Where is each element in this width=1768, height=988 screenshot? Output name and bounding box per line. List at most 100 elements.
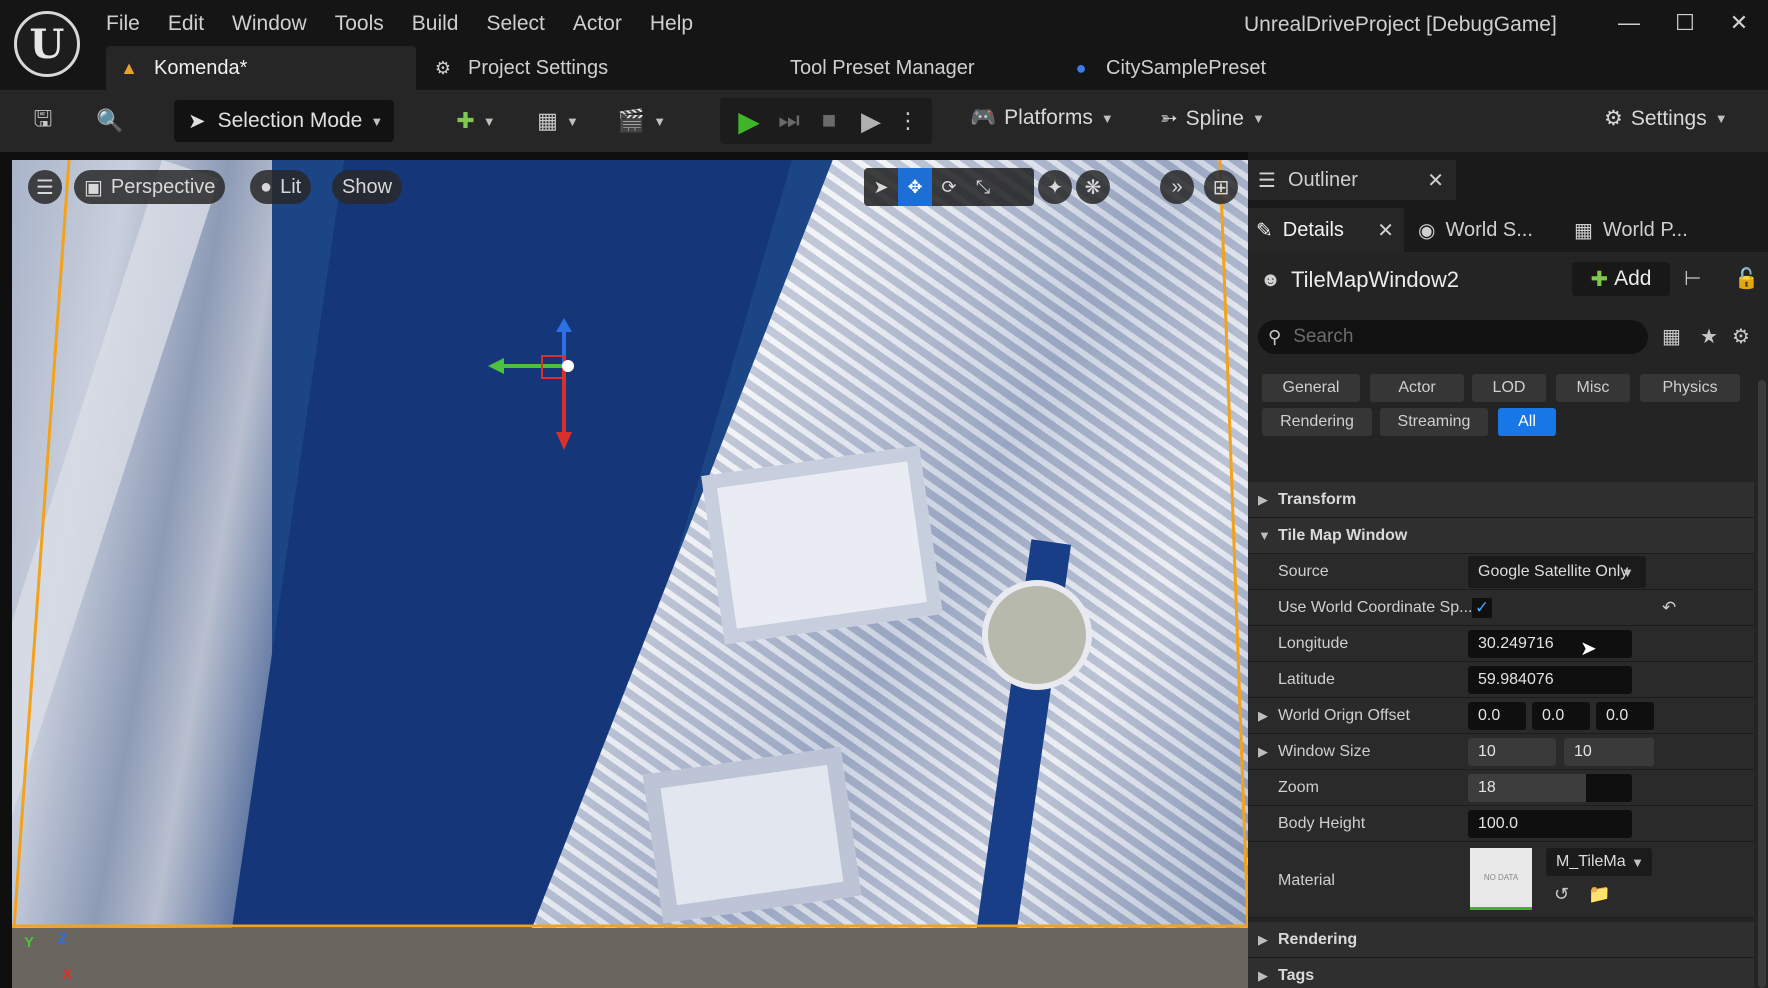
filter-all[interactable]: All xyxy=(1498,408,1556,436)
material-thumbnail[interactable]: NO DATA xyxy=(1470,848,1532,910)
menu-select[interactable]: Select xyxy=(472,8,558,40)
maximize-icon[interactable]: ☐ xyxy=(1660,6,1710,40)
gear-icon: ⚙ xyxy=(1604,107,1623,130)
eject-icon[interactable]: ▶ xyxy=(852,102,890,140)
blueprint-convert-icon[interactable]: ⊢ xyxy=(1684,266,1701,291)
filter-rendering[interactable]: Rendering xyxy=(1262,408,1372,436)
surface-snap-icon[interactable]: ✦ xyxy=(1038,170,1072,204)
cursor-icon: ➤ xyxy=(188,109,206,133)
save-icon[interactable]: 🖫 xyxy=(26,102,60,140)
menu-file[interactable]: File xyxy=(92,8,154,40)
cinematics-icon[interactable]: 🎬 ▼ xyxy=(612,102,672,140)
menu-build[interactable]: Build xyxy=(398,8,473,40)
tab-project-settings[interactable]: ⚙ Project Settings xyxy=(432,46,608,90)
step-icon[interactable]: ⏭ xyxy=(770,102,808,140)
browse-icon[interactable]: 📁 xyxy=(1588,884,1610,905)
prop-label: Source xyxy=(1278,563,1329,580)
stop-icon[interactable]: ■ xyxy=(810,102,848,140)
category-tags[interactable]: ▶ Tags xyxy=(1248,958,1754,988)
level-viewport[interactable]: ☰ ▣ Perspective ● Lit Show ➤ ✥ ⟳ ⤡ ✦ ❋ »… xyxy=(12,160,1248,928)
search-input[interactable] xyxy=(1293,326,1614,348)
tab-city-sample-preset[interactable]: ● CitySamplePreset xyxy=(1070,46,1267,90)
minimize-icon[interactable]: — xyxy=(1604,6,1654,40)
use-selected-icon[interactable]: ↺ xyxy=(1554,884,1569,905)
more-options-icon[interactable]: ⋮ xyxy=(896,102,920,140)
filter-lod[interactable]: LOD xyxy=(1472,374,1546,402)
filter-streaming[interactable]: Streaming xyxy=(1380,408,1488,436)
filter-actor[interactable]: Actor xyxy=(1370,374,1464,402)
viewport-ground: Y Z X xyxy=(12,928,1248,988)
platforms-dropdown[interactable]: 🎮 Platforms ▼ xyxy=(970,106,1114,130)
filter-misc[interactable]: Misc xyxy=(1556,374,1630,402)
content-browser-icon[interactable]: 🔍 xyxy=(90,102,130,140)
spline-dropdown[interactable]: ➳ Spline ▼ xyxy=(1160,106,1265,131)
move-tool-icon[interactable]: ✥ xyxy=(898,168,932,206)
gamepad-icon: 🎮 xyxy=(970,106,997,129)
tab-tool-preset-manager[interactable]: Tool Preset Manager xyxy=(790,46,975,90)
star-icon[interactable]: ★ xyxy=(1700,324,1718,349)
selection-mode-label: Selection Mode xyxy=(217,109,363,132)
expand-arrow-icon: ▶ xyxy=(1258,492,1268,507)
tab-label: World S... xyxy=(1445,218,1533,241)
menu-help[interactable]: Help xyxy=(636,8,707,40)
menu-actor[interactable]: Actor xyxy=(559,8,636,40)
expand-toolbar-icon[interactable]: » xyxy=(1160,170,1194,204)
selection-mode-dropdown[interactable]: ➤ Selection Mode ▼ xyxy=(174,100,394,142)
body-height-field[interactable]: 100.0 xyxy=(1468,810,1632,838)
lock-icon[interactable]: 🔓 xyxy=(1734,266,1759,291)
window-size-x-field[interactable]: 10 xyxy=(1468,738,1556,766)
zoom-slider[interactable]: 18 xyxy=(1468,774,1632,802)
viewport-menu-icon[interactable]: ☰ xyxy=(28,170,62,204)
tab-outliner[interactable]: ☰ Outliner ✕ xyxy=(1248,160,1456,200)
table-view-icon[interactable]: ▦ xyxy=(1662,324,1681,349)
tab-details[interactable]: ✎ Details ✕ xyxy=(1248,208,1404,252)
property-material: Material NO DATA M_TileMa ▼ ↺ 📁 xyxy=(1248,842,1754,918)
close-icon[interactable]: ✕ xyxy=(1427,168,1444,193)
category-transform[interactable]: ▶ Transform xyxy=(1248,482,1754,518)
title-bar: U File Edit Window Tools Build Select Ac… xyxy=(0,0,1768,90)
select-tool-icon[interactable]: ➤ xyxy=(864,168,898,206)
perspective-dropdown[interactable]: ▣ Perspective xyxy=(74,170,226,204)
longitude-field[interactable]: 30.249716 xyxy=(1468,630,1632,658)
menu-window[interactable]: Window xyxy=(218,8,321,40)
close-icon[interactable]: ✕ xyxy=(1377,218,1394,243)
grid-snap-icon[interactable]: ❋ xyxy=(1076,170,1110,204)
settings-dropdown[interactable]: ⚙ Settings ▼ xyxy=(1604,106,1728,131)
unreal-logo[interactable]: U xyxy=(14,11,80,77)
category-rendering[interactable]: ▶ Rendering xyxy=(1248,922,1754,958)
prop-label: World Orign Offset xyxy=(1278,707,1410,724)
menu-edit[interactable]: Edit xyxy=(154,8,218,40)
origin-x-field[interactable]: 0.0 xyxy=(1468,702,1526,730)
show-label: Show xyxy=(342,175,393,198)
tab-level-komenda[interactable]: ▲ Komenda* xyxy=(106,46,416,90)
show-dropdown[interactable]: Show xyxy=(332,170,403,204)
tab-world-settings[interactable]: ◉ World S... xyxy=(1418,208,1533,252)
add-component-button[interactable]: ✚ Add xyxy=(1572,262,1670,296)
blueprint-menu-icon[interactable]: ▦ ▼ xyxy=(528,102,588,140)
gear-icon[interactable]: ⚙ xyxy=(1732,324,1750,349)
add-actor-icon[interactable]: ✚ ▼ xyxy=(446,102,506,140)
menu-tools[interactable]: Tools xyxy=(321,8,398,40)
filter-general[interactable]: General xyxy=(1262,374,1360,402)
category-label: Tags xyxy=(1278,967,1315,984)
close-window-icon[interactable]: ✕ xyxy=(1714,6,1764,40)
prop-label: Zoom xyxy=(1278,779,1319,796)
use-world-checkbox[interactable]: ✓ xyxy=(1472,598,1492,618)
window-size-y-field[interactable]: 10 xyxy=(1564,738,1654,766)
material-dropdown[interactable]: M_TileMa ▼ xyxy=(1546,848,1652,876)
source-dropdown[interactable]: Google Satellite Only ▼ xyxy=(1468,556,1646,588)
category-tile-map-window[interactable]: ▼ Tile Map Window xyxy=(1248,518,1754,554)
reset-icon[interactable]: ↶ xyxy=(1662,598,1676,618)
origin-z-field[interactable]: 0.0 xyxy=(1596,702,1654,730)
scale-tool-icon[interactable]: ⤡ xyxy=(966,168,1000,206)
details-scrollbar[interactable] xyxy=(1758,380,1766,988)
tab-world-partition[interactable]: ▦ World P... xyxy=(1574,208,1688,252)
lit-dropdown[interactable]: ● Lit xyxy=(250,170,312,204)
play-icon[interactable]: ▶ xyxy=(730,102,768,140)
rotate-tool-icon[interactable]: ⟳ xyxy=(932,168,966,206)
latitude-field[interactable]: 59.984076 xyxy=(1468,666,1632,694)
layout-icon[interactable]: ⊞ xyxy=(1204,170,1238,204)
sphere-icon: ● xyxy=(260,175,273,198)
origin-y-field[interactable]: 0.0 xyxy=(1532,702,1590,730)
filter-physics[interactable]: Physics xyxy=(1640,374,1740,402)
